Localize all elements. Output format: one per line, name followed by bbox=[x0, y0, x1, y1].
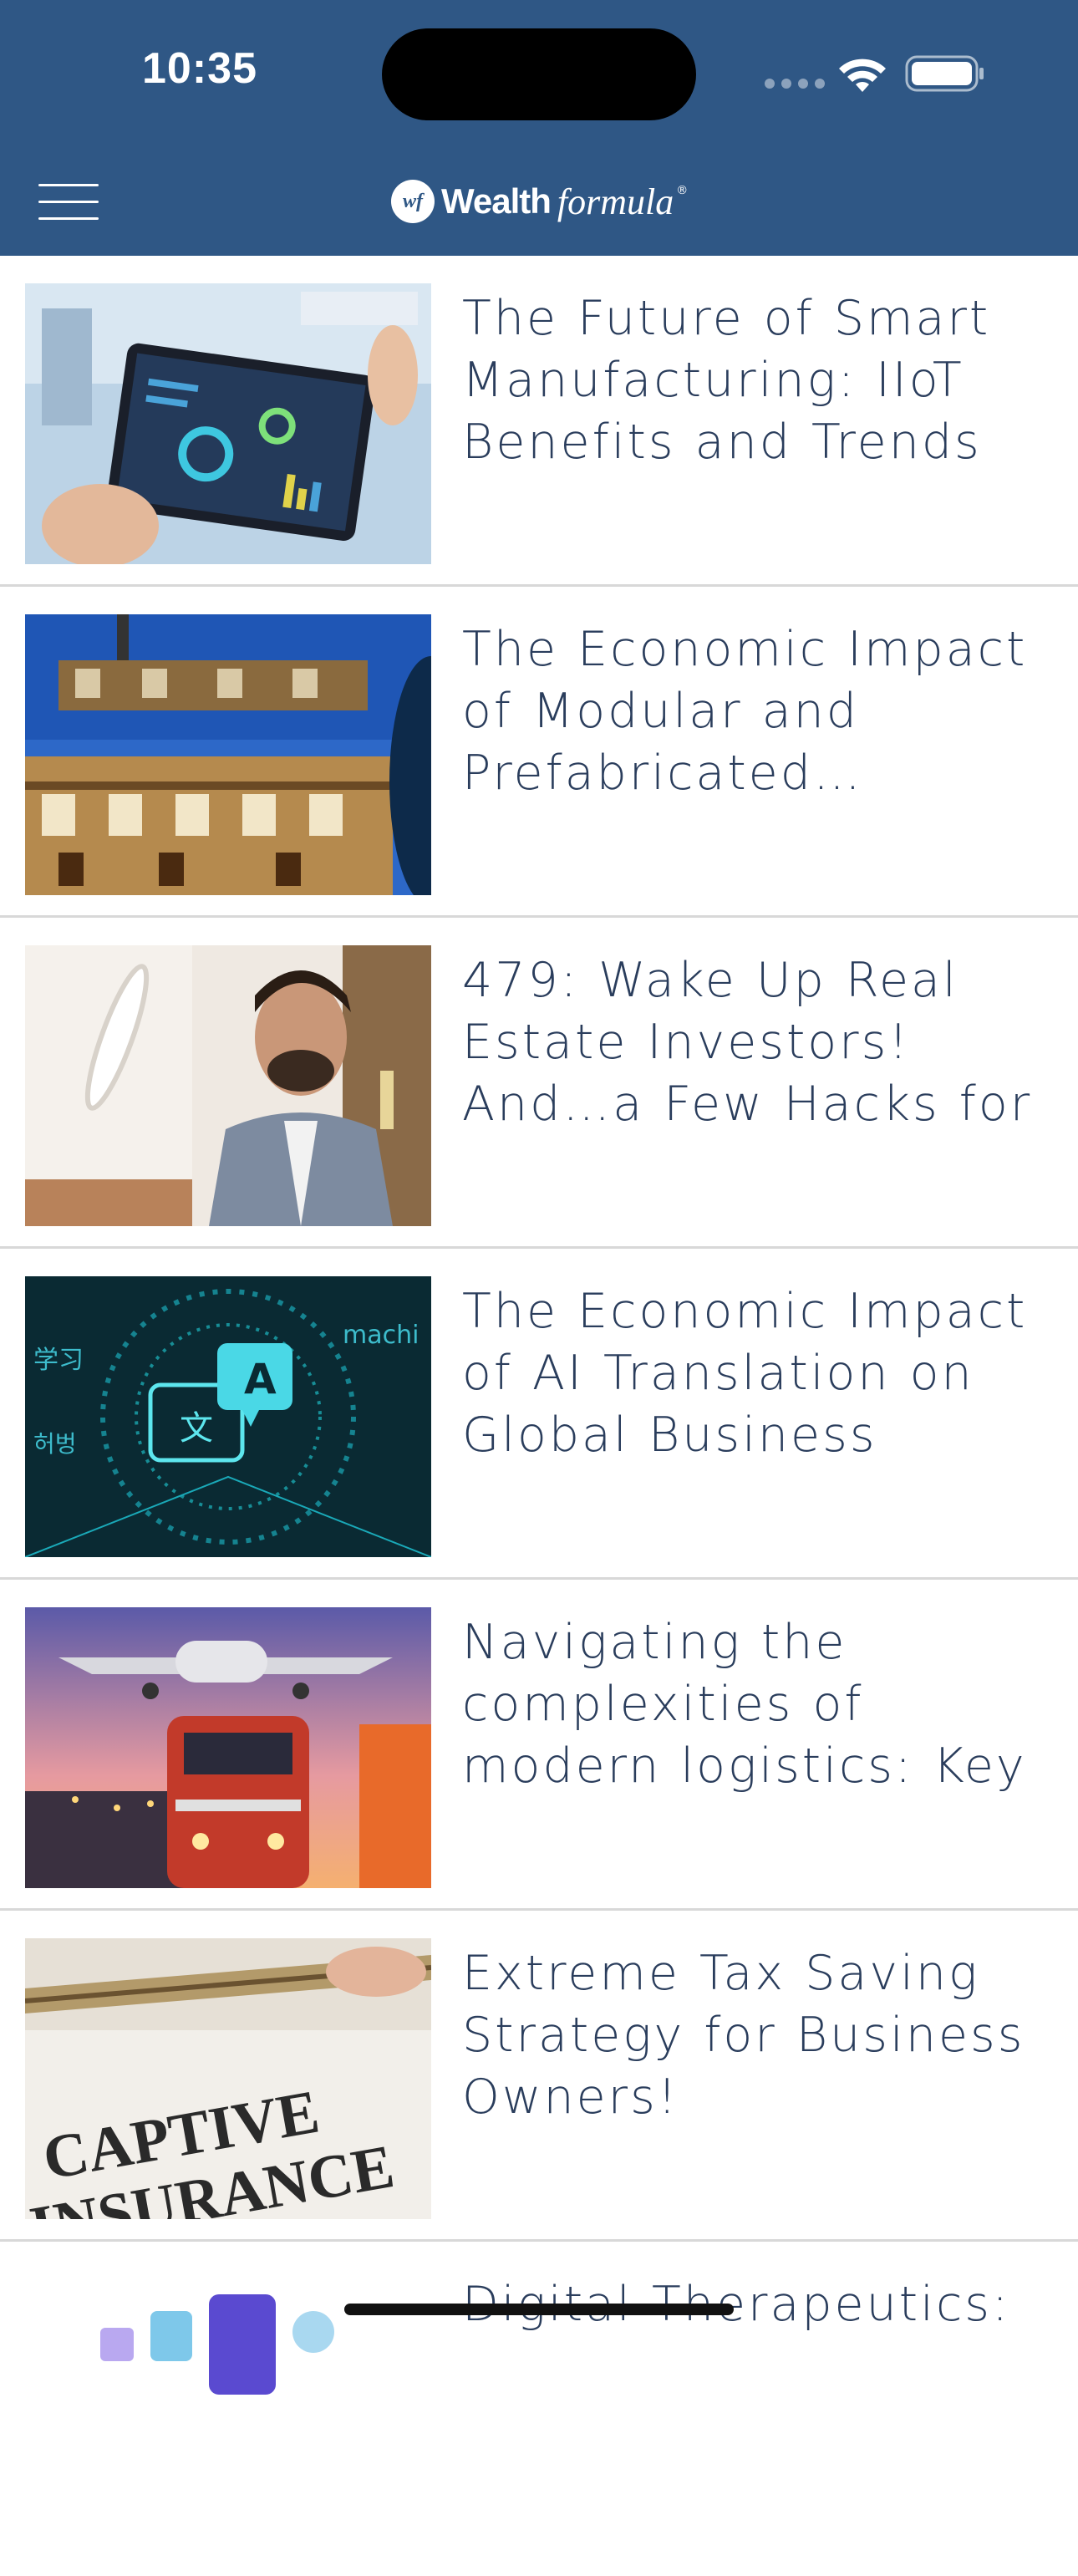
article-row[interactable]: CAPTIVE INSURANCE Extreme Tax Saving Str… bbox=[0, 1911, 1078, 2242]
svg-text:文: 文 bbox=[180, 1409, 213, 1448]
tablet-dashboard-image bbox=[25, 283, 431, 564]
article-title: The Economic Impact of Modular and Prefa… bbox=[462, 622, 1028, 801]
svg-text:学习: 学习 bbox=[33, 1346, 84, 1375]
logo-word-formula: formula bbox=[557, 181, 674, 222]
article-row[interactable]: Navigating the complexities of modern lo… bbox=[0, 1580, 1078, 1911]
battery-icon bbox=[905, 55, 984, 92]
menu-button[interactable] bbox=[38, 182, 102, 221]
svg-text:A: A bbox=[244, 1355, 277, 1403]
logo-registered-mark: ® bbox=[676, 184, 689, 197]
man-in-private-jet-image bbox=[25, 945, 431, 1226]
wealth-formula-logo: wf Wealth formula ® bbox=[391, 174, 688, 229]
article-title: 479: Wake Up Real Estate Investors! And…… bbox=[462, 953, 1033, 1132]
modular-building-crane-image bbox=[25, 614, 431, 895]
article-title: Extreme Tax Saving Strategy for Business… bbox=[462, 1946, 1025, 2125]
logo-word-wealth: Wealth bbox=[441, 181, 552, 221]
article-feed: The Future of Smart Manufacturing: IIoT … bbox=[0, 256, 1078, 2576]
status-time: 10:35 bbox=[142, 44, 257, 93]
article-row[interactable]: 479: Wake Up Real Estate Investors! And…… bbox=[0, 918, 1078, 1249]
wifi-icon bbox=[839, 59, 886, 92]
svg-text:허벙: 허벙 bbox=[33, 1430, 77, 1458]
app-header: 10:35 wf Wealth formula ® bbox=[0, 0, 1078, 256]
captive-insurance-clipboard-image: CAPTIVE INSURANCE bbox=[25, 1938, 431, 2219]
cellular-signal-icon bbox=[765, 79, 825, 89]
svg-text:machi: machi bbox=[343, 1321, 419, 1350]
dynamic-island bbox=[382, 28, 696, 120]
home-indicator[interactable] bbox=[344, 2304, 734, 2315]
article-title: The Future of Smart Manufacturing: IIoT … bbox=[462, 291, 991, 470]
logo-mark: wf bbox=[391, 180, 435, 223]
article-title: Navigating the complexities of modern lo… bbox=[462, 1615, 1027, 1794]
plane-train-logistics-image bbox=[25, 1607, 431, 1888]
article-row[interactable]: A 文 学习 허벙 machi The Economic Impact of A… bbox=[0, 1249, 1078, 1580]
article-row[interactable]: The Future of Smart Manufacturing: IIoT … bbox=[0, 256, 1078, 587]
article-row[interactable]: Digital Therapeutics: bbox=[0, 2242, 1078, 2576]
article-title: The Economic Impact of AI Translation on… bbox=[462, 1284, 1028, 1463]
article-row[interactable]: The Economic Impact of Modular and Prefa… bbox=[0, 587, 1078, 918]
ai-translation-hud-image: A 文 学习 허벙 machi bbox=[25, 1276, 431, 1557]
